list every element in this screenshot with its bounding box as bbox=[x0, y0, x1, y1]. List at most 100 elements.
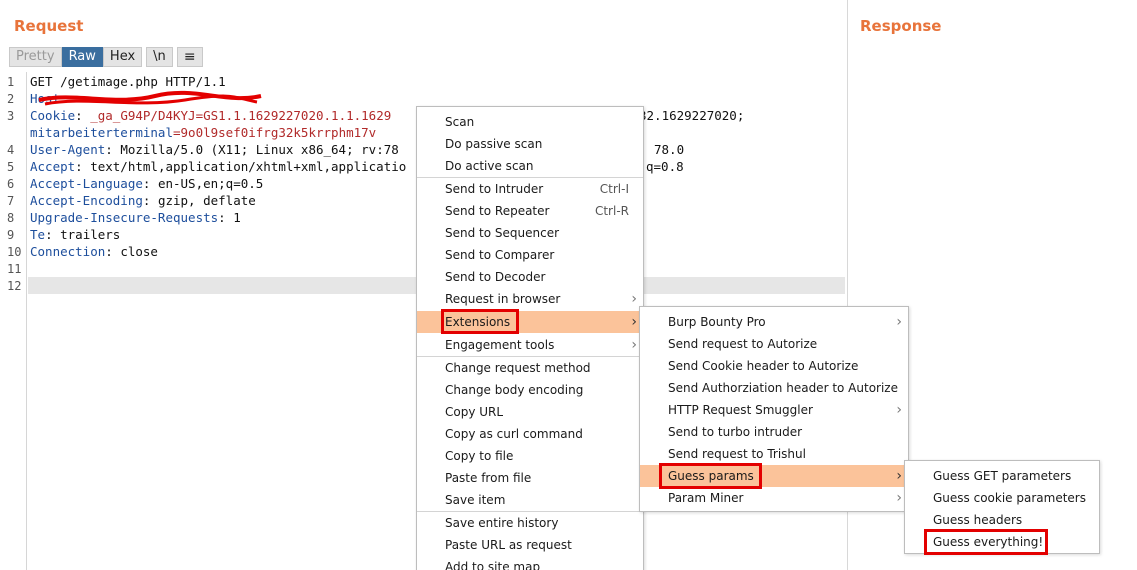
request-line-3: Cookie: _ga_G94P/D4KYJ=GS1.1.1629227020.… bbox=[30, 108, 391, 123]
cookie-value: =9o0l9sef0ifrg32k5krrphm17v bbox=[173, 125, 377, 140]
chevron-right-icon: › bbox=[631, 291, 637, 307]
menu-item-label: Send to Intruder bbox=[445, 182, 544, 196]
menu-item-request-in-browser[interactable]: Request in browser › bbox=[417, 288, 643, 310]
header-name: Te bbox=[30, 227, 46, 242]
chevron-right-icon: › bbox=[631, 314, 637, 330]
menu-item-send-to-intruder[interactable]: Send to Intruder Ctrl-I bbox=[417, 178, 643, 200]
menu-item-scan[interactable]: Scan bbox=[417, 111, 643, 133]
line-number: 9 bbox=[7, 228, 15, 242]
menu-item-copy-as-curl[interactable]: Copy as curl command bbox=[417, 423, 643, 445]
chevron-right-icon: › bbox=[896, 490, 902, 506]
menu-item-label: Engagement tools bbox=[445, 338, 555, 352]
menu-item-http-request-smuggler[interactable]: HTTP Request Smuggler › bbox=[640, 399, 908, 421]
request-line-9: Te: trailers bbox=[30, 227, 120, 242]
menu-item-label: Burp Bounty Pro bbox=[668, 315, 766, 329]
menu-item-paste-url-as-request[interactable]: Paste URL as request bbox=[417, 534, 643, 556]
hamburger-icon[interactable]: ≡ bbox=[176, 47, 203, 67]
menu-item-send-to-comparer[interactable]: Send to Comparer bbox=[417, 244, 643, 266]
header-name: Accept-Encoding bbox=[30, 193, 143, 208]
line-number: 7 bbox=[7, 194, 15, 208]
menu-item-label: HTTP Request Smuggler bbox=[668, 403, 813, 417]
menu-item-send-to-repeater[interactable]: Send to Repeater Ctrl-R bbox=[417, 200, 643, 222]
header-value: : 1 bbox=[218, 210, 241, 225]
cookie-name: mitarbeiterterminal bbox=[30, 125, 173, 140]
menu-item-add-to-site-map[interactable]: Add to site map bbox=[417, 556, 643, 570]
line-number: 3 bbox=[7, 109, 15, 123]
redaction-scribble bbox=[38, 90, 262, 106]
guess-params-submenu: Guess GET parameters Guess cookie parame… bbox=[904, 460, 1100, 555]
menu-item-engagement-tools[interactable]: Engagement tools › bbox=[417, 334, 643, 356]
line-number: 12 bbox=[7, 279, 22, 293]
request-line-4: User-Agent: Mozilla/5.0 (X11; Linux x86_… bbox=[30, 142, 399, 157]
header-value-tail: 78.0 bbox=[654, 142, 685, 157]
menu-item-guess-cookie-parameters[interactable]: Guess cookie parameters bbox=[905, 487, 1099, 509]
request-line-8: Upgrade-Insecure-Requests: 1 bbox=[30, 210, 241, 225]
menu-item-label: Param Miner bbox=[668, 491, 744, 505]
request-line-10: Connection: close bbox=[30, 244, 158, 259]
menu-item-param-miner[interactable]: Param Miner › bbox=[640, 487, 908, 509]
line-number: 1 bbox=[7, 75, 15, 89]
request-line-5: Accept: text/html,application/xhtml+xml,… bbox=[30, 159, 406, 174]
tab-raw[interactable]: Raw bbox=[61, 47, 103, 67]
chevron-right-icon: › bbox=[896, 402, 902, 418]
tab-pretty[interactable]: Pretty bbox=[9, 47, 62, 67]
line-number-gutter: 1 2 3 4 5 6 7 8 9 10 11 12 bbox=[5, 72, 27, 570]
header-value: : close bbox=[105, 244, 158, 259]
header-value: : trailers bbox=[45, 227, 121, 242]
cookie-value-tail: 32.1629227020; bbox=[639, 108, 745, 123]
menu-item-send-to-decoder[interactable]: Send to Decoder bbox=[417, 266, 643, 288]
menu-item-save-entire-history[interactable]: Save entire history bbox=[417, 512, 643, 534]
shortcut-label: Ctrl-R bbox=[594, 204, 629, 218]
menu-item-label: Send to Repeater bbox=[445, 204, 550, 218]
line-number: 8 bbox=[7, 211, 15, 225]
line-number: 6 bbox=[7, 177, 15, 191]
tab-hex[interactable]: Hex bbox=[102, 47, 143, 67]
chevron-right-icon: › bbox=[631, 337, 637, 353]
request-title: Request bbox=[14, 17, 84, 35]
header-name: Cookie bbox=[30, 108, 76, 123]
editor-view-tabs: Pretty Raw Hex \n ≡ bbox=[9, 47, 203, 67]
menu-item-send-to-sequencer[interactable]: Send to Sequencer bbox=[417, 222, 643, 244]
menu-item-change-body-encoding[interactable]: Change body encoding bbox=[417, 379, 643, 401]
menu-item-active-scan[interactable]: Do active scan bbox=[417, 155, 643, 177]
header-value-tail: q=0.8 bbox=[646, 159, 684, 174]
annotation-box bbox=[659, 463, 762, 489]
response-title: Response bbox=[860, 17, 942, 35]
request-line-3-wrap: mitarbeiterterminal=9o0l9sef0ifrg32k5krr… bbox=[30, 125, 376, 140]
menu-item-guess-get-parameters[interactable]: Guess GET parameters bbox=[905, 465, 1099, 487]
header-name: User-Agent bbox=[30, 142, 106, 157]
request-line-7: Accept-Encoding: gzip, deflate bbox=[30, 193, 256, 208]
header-name: Connection bbox=[30, 244, 106, 259]
menu-item-send-request-to-trishul[interactable]: Send request to Trishul bbox=[640, 443, 908, 465]
request-line-1: GET /getimage.php HTTP/1.1 bbox=[30, 74, 226, 89]
cookie-value: _ga_G94P/D4KYJ=GS1.1.1629227020.1.1.1629 bbox=[90, 108, 392, 123]
header-value: : text/html,application/xhtml+xml,applic… bbox=[75, 159, 407, 174]
menu-item-paste-from-file[interactable]: Paste from file bbox=[417, 467, 643, 489]
menu-item-guess-headers[interactable]: Guess headers bbox=[905, 509, 1099, 531]
menu-item-send-to-turbo-intruder[interactable]: Send to turbo intruder bbox=[640, 421, 908, 443]
extensions-submenu: Burp Bounty Pro › Send request to Autoriz… bbox=[639, 306, 909, 512]
header-name: Accept bbox=[30, 159, 76, 174]
header-name: Accept-Language bbox=[30, 176, 143, 191]
menu-item-send-cookie-to-autorize[interactable]: Send Cookie header to Autorize bbox=[640, 355, 908, 377]
header-value: : Mozilla/5.0 (X11; Linux x86_64; rv:78 bbox=[105, 142, 399, 157]
request-line-6: Accept-Language: en-US,en;q=0.5 bbox=[30, 176, 263, 191]
chevron-right-icon: › bbox=[896, 314, 902, 330]
annotation-box bbox=[441, 309, 519, 334]
menu-item-change-request-method[interactable]: Change request method bbox=[417, 357, 643, 379]
menu-item-send-auth-to-autorize[interactable]: Send Authorziation header to Autorize bbox=[640, 377, 908, 399]
chevron-right-icon: › bbox=[896, 468, 902, 484]
newline-toggle-button[interactable]: \n bbox=[146, 47, 173, 67]
line-number: 5 bbox=[7, 160, 15, 174]
line-number: 4 bbox=[7, 143, 15, 157]
menu-item-save-item[interactable]: Save item bbox=[417, 489, 643, 511]
menu-item-copy-to-file[interactable]: Copy to file bbox=[417, 445, 643, 467]
annotation-box bbox=[924, 529, 1048, 555]
context-menu: Scan Do passive scan Do active scan Send… bbox=[416, 106, 644, 570]
menu-item-copy-url[interactable]: Copy URL bbox=[417, 401, 643, 423]
menu-item-burp-bounty-pro[interactable]: Burp Bounty Pro › bbox=[640, 311, 908, 333]
menu-item-passive-scan[interactable]: Do passive scan bbox=[417, 133, 643, 155]
header-separator: : bbox=[75, 108, 91, 123]
menu-item-send-request-to-autorize[interactable]: Send request to Autorize bbox=[640, 333, 908, 355]
line-number: 11 bbox=[7, 262, 22, 276]
